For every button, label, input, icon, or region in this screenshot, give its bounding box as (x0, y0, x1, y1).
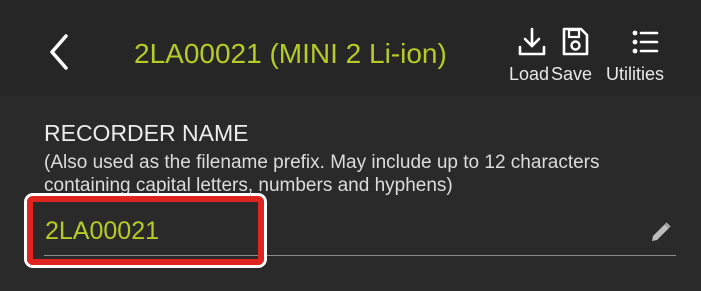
header-bar: 2LA00021 (MINI 2 Li-ion) Load Save Utili… (0, 0, 701, 96)
edit-button[interactable] (649, 220, 673, 244)
save-icon (562, 27, 589, 56)
utilities-label: Utilities (606, 64, 665, 84)
save-label: Save (551, 64, 593, 84)
recorder-name-section: RECORDER NAME (Also used as the filename… (0, 96, 701, 291)
back-button[interactable] (40, 30, 80, 74)
pencil-icon (652, 222, 671, 241)
save-button[interactable]: Save (551, 26, 597, 86)
section-title: RECORDER NAME (44, 120, 249, 146)
page-title: 2LA00021 (MINI 2 Li-ion) (134, 38, 447, 69)
utilities-button[interactable]: Utilities (606, 26, 678, 86)
download-icon (518, 27, 546, 56)
input-underline (44, 255, 676, 256)
chevron-left-icon (50, 34, 68, 70)
recorder-name-input[interactable]: 2LA00021 (45, 217, 159, 245)
list-icon (632, 30, 659, 54)
load-button[interactable]: Load (509, 26, 557, 86)
load-label: Load (509, 64, 550, 84)
section-help-text: (Also used as the filename prefix. May i… (44, 152, 600, 196)
app-screen: 2LA00021 (MINI 2 Li-ion) Load Save Utili… (0, 0, 701, 291)
